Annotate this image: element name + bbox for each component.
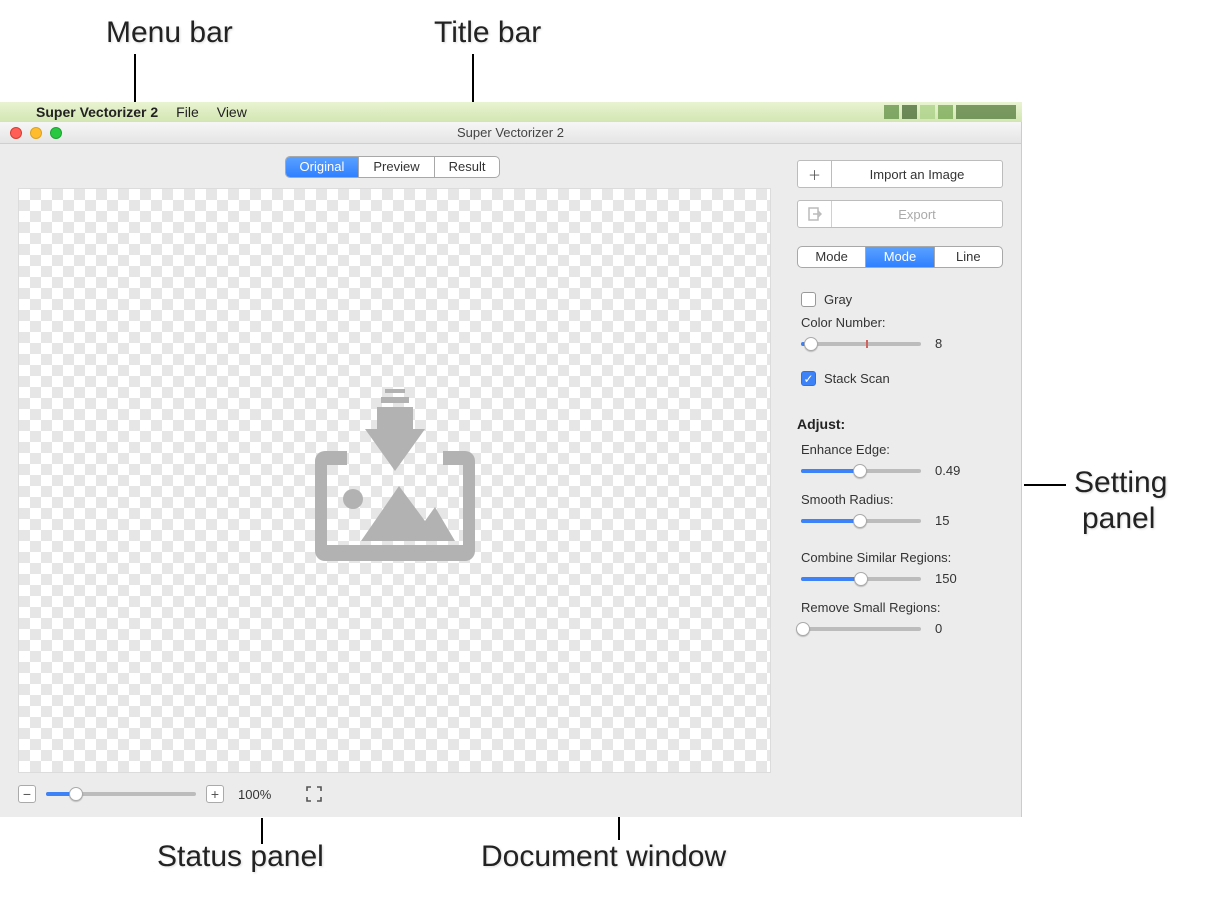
drop-image-icon <box>295 381 495 581</box>
combine-label: Combine Similar Regions: <box>801 550 1003 565</box>
tab-preview[interactable]: Preview <box>359 157 434 177</box>
enhance-edge-label: Enhance Edge: <box>801 442 1003 457</box>
zoom-slider[interactable] <box>46 792 196 796</box>
annotation-setting-panel-2: panel <box>1082 502 1155 536</box>
zoom-level: 100% <box>238 787 271 802</box>
export-button-label: Export <box>832 207 1002 222</box>
adjust-title: Adjust: <box>797 416 1003 432</box>
mode-tabs: Mode 1 Mode 2 Line <box>797 246 1003 268</box>
document-canvas[interactable] <box>18 188 771 773</box>
app-window: Super Vectorizer 2 Original Preview Resu… <box>0 122 1022 817</box>
menu-file[interactable]: File <box>176 104 199 120</box>
export-button[interactable]: Export <box>797 200 1003 228</box>
color-number-value: 8 <box>935 336 963 351</box>
status-bar: − + 100% <box>6 773 779 809</box>
plus-icon: ＋ <box>798 161 832 187</box>
import-button-label: Import an Image <box>832 167 1002 182</box>
annotation-status-panel: Status panel <box>157 840 324 874</box>
menu-view[interactable]: View <box>217 104 247 120</box>
annotation-setting-panel-1: Setting <box>1074 466 1167 500</box>
color-number-slider[interactable] <box>801 342 921 346</box>
smooth-radius-value: 15 <box>935 513 963 528</box>
title-bar: Super Vectorizer 2 <box>0 122 1021 144</box>
combine-slider[interactable] <box>801 577 921 581</box>
zoom-in-button[interactable]: + <box>206 785 224 803</box>
window-title: Super Vectorizer 2 <box>0 125 1021 140</box>
menu-bar: Super Vectorizer 2 File View <box>0 102 1022 122</box>
smooth-radius-label: Smooth Radius: <box>801 492 1003 507</box>
tab-result[interactable]: Result <box>435 157 500 177</box>
gray-label: Gray <box>824 292 852 307</box>
menu-app-name[interactable]: Super Vectorizer 2 <box>36 104 158 120</box>
menu-bar-status-icons <box>884 105 1016 119</box>
annotation-line <box>1024 484 1066 486</box>
tab-mode1[interactable]: Mode 1 <box>798 247 866 267</box>
annotation-line <box>134 54 136 102</box>
smooth-radius-slider[interactable] <box>801 519 921 523</box>
import-button[interactable]: ＋ Import an Image <box>797 160 1003 188</box>
annotation-title-bar: Title bar <box>434 16 541 50</box>
stack-scan-label: Stack Scan <box>824 371 890 386</box>
remove-slider[interactable] <box>801 627 921 631</box>
combine-value: 150 <box>935 571 963 586</box>
enhance-edge-slider[interactable] <box>801 469 921 473</box>
gray-checkbox[interactable] <box>801 292 816 307</box>
settings-panel: ＋ Import an Image Export Mode 1 Mode 2 L… <box>791 144 1021 817</box>
view-tabs: Original Preview Result <box>285 156 501 178</box>
export-icon <box>798 201 832 227</box>
annotation-line <box>261 818 263 844</box>
color-number-label: Color Number: <box>801 315 1003 330</box>
enhance-edge-value: 0.49 <box>935 463 963 478</box>
remove-label: Remove Small Regions: <box>801 600 1003 615</box>
annotation-menu-bar: Menu bar <box>106 16 233 50</box>
fit-screen-icon[interactable] <box>305 785 323 803</box>
zoom-out-button[interactable]: − <box>18 785 36 803</box>
tab-mode2[interactable]: Mode 2 <box>866 247 934 267</box>
tab-original[interactable]: Original <box>286 157 360 177</box>
annotation-document-window: Document window <box>481 840 726 874</box>
tab-line[interactable]: Line <box>935 247 1002 267</box>
stack-scan-checkbox[interactable]: ✓ <box>801 371 816 386</box>
remove-value: 0 <box>935 621 963 636</box>
